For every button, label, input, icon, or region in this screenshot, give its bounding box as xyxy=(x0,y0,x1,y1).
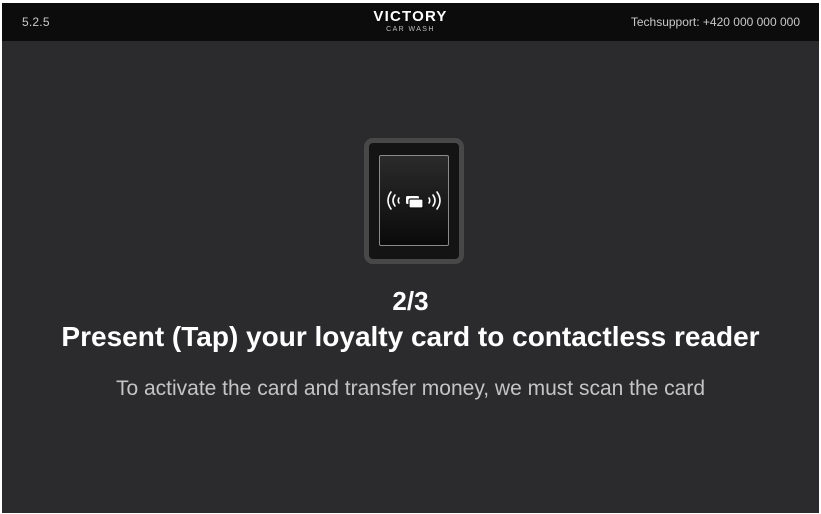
reader-face xyxy=(379,155,449,246)
card-reader-illustration xyxy=(364,138,464,264)
techsupport-label: Techsupport: +420 000 000 000 xyxy=(630,15,800,29)
instruction-subtitle: To activate the card and transfer money,… xyxy=(115,377,706,400)
instruction-title: Present (Tap) your loyalty card to conta… xyxy=(61,321,760,352)
contactless-card-icon xyxy=(387,191,441,210)
kiosk-screen: 5.2.5 VICTORY CAR WASH Techsupport: +420… xyxy=(2,3,819,513)
step-indicator: 2/3 xyxy=(392,286,429,316)
top-bar: 5.2.5 VICTORY CAR WASH Techsupport: +420… xyxy=(2,3,819,41)
